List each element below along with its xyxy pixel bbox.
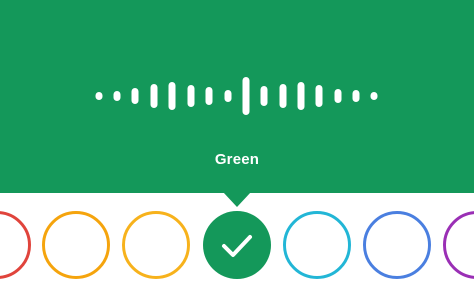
selected-color-label: Green	[214, 151, 260, 168]
waveform-bar	[187, 85, 195, 107]
waveform-bar	[297, 82, 305, 110]
waveform-bar	[131, 88, 139, 104]
checkmark-icon	[222, 235, 252, 257]
waveform-bar	[279, 84, 287, 108]
swatch-blue[interactable]	[363, 211, 431, 279]
waveform-bar	[113, 91, 121, 101]
waveform-bar	[352, 90, 360, 102]
waveform-bar	[168, 82, 176, 110]
swatch-purple[interactable]	[443, 211, 474, 279]
swatch-cyan[interactable]	[283, 211, 351, 279]
waveform-bar	[95, 92, 103, 100]
waveform-bar	[260, 86, 268, 106]
waveform-bar	[334, 89, 342, 103]
waveform-bar	[370, 92, 378, 100]
waveform-bar	[224, 90, 232, 102]
swatch-orange[interactable]	[42, 211, 110, 279]
waveform-bar	[205, 87, 213, 105]
waveform-bar	[150, 84, 158, 108]
color-preview-banner: Green	[0, 0, 474, 193]
waveform-bar	[315, 85, 323, 107]
color-swatch-row	[0, 193, 474, 306]
swatch-yellow[interactable]	[122, 211, 190, 279]
swatch-green[interactable]	[203, 211, 271, 279]
waveform-bar	[242, 77, 250, 115]
swatch-red[interactable]	[0, 211, 31, 279]
